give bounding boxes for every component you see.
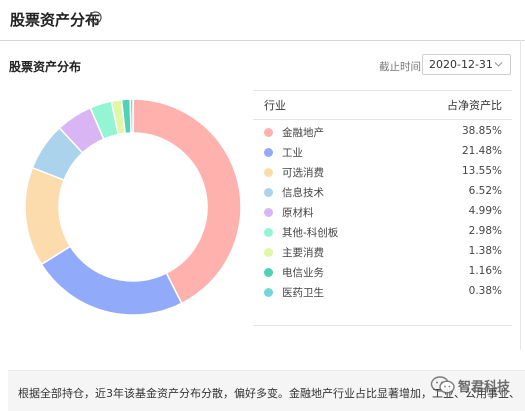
legend-label: 医药卫生: [282, 287, 324, 299]
donut-slice[interactable]: [24, 166, 72, 266]
legend-row[interactable]: 原材料 4.99%: [253, 203, 512, 223]
legend-row[interactable]: 工业 21.48%: [253, 143, 512, 163]
legend-row[interactable]: 金融地产 38.85%: [253, 123, 512, 143]
legend-row[interactable]: 可选消费 13.55%: [253, 163, 512, 183]
legend-color-dot: [264, 268, 273, 277]
legend-color-dot: [264, 148, 273, 157]
column-header-ratio: 占净资产比: [447, 99, 502, 112]
legend-label: 其他-科创板: [282, 227, 339, 239]
legend-label: 电信业务: [282, 267, 324, 279]
industry-table: 行业 占净资产比 金融地产 38.85% 工业 21.48% 可选消费 13.55% 信息技…: [253, 90, 512, 303]
legend-color-dot: [264, 228, 273, 237]
legend-value: 1.38%: [468, 245, 502, 257]
wechat-icon: [430, 376, 455, 394]
legend-value: 1.16%: [468, 265, 502, 277]
donut-chart: [24, 98, 242, 316]
legend-label: 原材料: [282, 207, 314, 219]
table-header: 行业 占净资产比: [253, 90, 512, 120]
chevron-down-icon: [494, 62, 503, 67]
legend-color-dot: [264, 128, 273, 137]
legend-value: 2.98%: [468, 225, 502, 237]
watermark-text: 智君科技: [458, 379, 511, 395]
legend-color-dot: [264, 188, 273, 197]
legend-label: 工业: [282, 147, 303, 159]
legend-value: 4.99%: [468, 205, 502, 217]
donut-slice[interactable]: [40, 245, 183, 316]
legend-value: 38.85%: [461, 125, 502, 137]
watermark: 智君科技: [430, 375, 510, 395]
legend-label: 主要消费: [282, 247, 324, 259]
legend-row[interactable]: 电信业务 1.16%: [253, 263, 512, 283]
donut-slice[interactable]: [129, 98, 134, 134]
section-title: 股票资产分布: [9, 60, 82, 74]
legend-row[interactable]: 主要消费 1.38%: [253, 243, 512, 263]
legend-list: 金融地产 38.85% 工业 21.48% 可选消费 13.55% 信息技术 6.52% 原材料…: [253, 120, 512, 303]
legend-color-dot: [264, 208, 273, 217]
date-filter-label: 截止时间: [379, 61, 421, 73]
donut-slice[interactable]: [132, 98, 242, 305]
legend-value: 13.55%: [461, 165, 502, 177]
legend-label: 金融地产: [282, 127, 324, 139]
panel-edge: [520, 40, 521, 350]
page-title: 股票资产分布: [10, 11, 101, 29]
legend-color-dot: [264, 288, 273, 297]
info-icon[interactable]: [89, 11, 102, 24]
legend-value: 21.48%: [461, 145, 502, 157]
table-divider: [253, 325, 512, 326]
legend-label: 可选消费: [282, 167, 324, 179]
legend-color-dot: [264, 248, 273, 257]
legend-row[interactable]: 信息技术 6.52%: [253, 183, 512, 203]
legend-value: 6.52%: [468, 185, 502, 197]
page-header: 股票资产分布: [0, 0, 525, 41]
date-select-value: 2020-12-31: [429, 58, 493, 71]
legend-color-dot: [264, 168, 273, 177]
column-header-industry: 行业: [264, 99, 286, 112]
legend-label: 信息技术: [282, 187, 324, 199]
legend-row[interactable]: 其他-科创板 2.98%: [253, 223, 512, 243]
date-select[interactable]: 2020-12-31: [422, 54, 511, 75]
legend-row[interactable]: 医药卫生 0.38%: [253, 283, 512, 303]
legend-value: 0.38%: [468, 285, 502, 297]
